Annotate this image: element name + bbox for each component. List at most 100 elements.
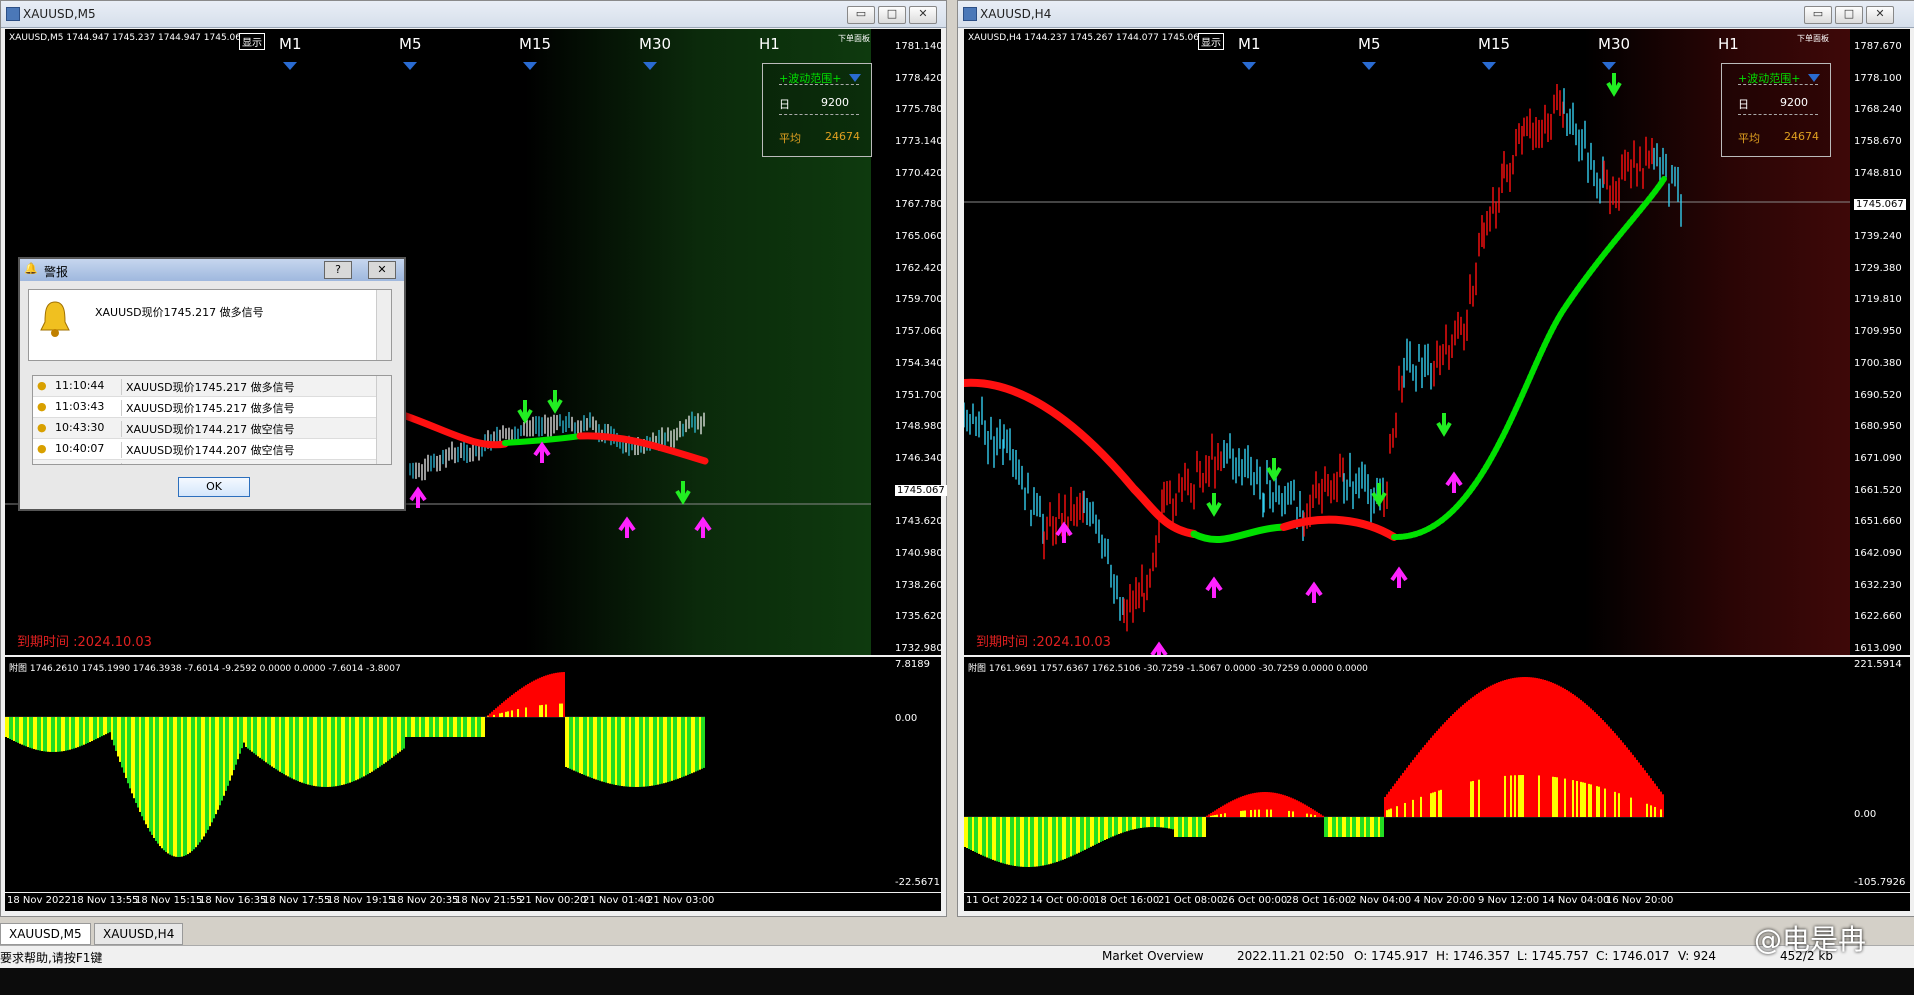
histogram-bar [603,717,605,783]
alert-row[interactable]: ● 09:37:47 XAUUSD现价1746.217 做多信号 [33,460,391,464]
histogram-bar [167,717,169,854]
close-button[interactable]: ✕ [909,6,937,24]
alert-row[interactable]: ● 11:03:43 XAUUSD现价1745.217 做多信号 [33,397,391,418]
histogram-bar [337,717,339,786]
histogram-bar [233,717,235,771]
histogram-bar [1370,817,1372,837]
close-button[interactable]: ✕ [1866,6,1894,24]
histogram-bar [5,717,7,737]
tab-xauusd-m5[interactable]: XAUUSD,M5 [0,923,91,945]
histogram-bar [663,717,665,784]
alert-row[interactable]: ● 10:43:30 XAUUSD现价1744.217 做空信号 [33,418,391,439]
histogram-bar [1658,788,1660,817]
histogram-bar [1586,704,1588,817]
histogram-bar [423,717,425,737]
histogram-bar [87,717,89,743]
histogram-bar [1104,817,1106,840]
histogram-bar [1492,684,1494,817]
maximize-button[interactable]: □ [1835,6,1863,24]
histogram-bar [241,717,243,749]
histogram-bar [681,717,683,778]
histogram-bar [659,717,661,785]
histogram-bar [345,717,347,784]
histogram-bar [189,717,191,853]
minimize-button[interactable]: ▭ [847,6,875,24]
histogram-bar [1546,680,1548,817]
tab-xauusd-h4[interactable]: XAUUSD,H4 [94,923,184,945]
histogram-bar [293,717,295,780]
histogram-bar [988,817,990,859]
histogram-bar [1078,817,1080,853]
message-scrollbar[interactable] [376,290,391,360]
histogram-bar [513,693,515,717]
histogram-bar [237,717,239,760]
alert-row[interactable]: ● 10:40:07 XAUUSD现价1744.207 做空信号 [33,439,391,460]
histogram-bar [1088,817,1090,848]
price-scale[interactable]: 1781.140 1778.420 1775.780 1773.140 1770.420… [891,29,947,655]
histogram-bar [1632,754,1634,817]
histogram-bar [1298,801,1300,817]
histogram-bar [1196,817,1198,837]
histogram-bar [1026,817,1028,867]
window-titlebar[interactable]: XAUUSD,H4 ▭ □ ✕ [958,1,1914,28]
histogram-bar [99,717,101,738]
histogram-bar [427,717,429,737]
histogram-bar [539,705,541,717]
histogram-bar [21,717,23,745]
histogram-bar [1636,759,1638,817]
histogram-bar [1144,817,1146,828]
alert-history-list[interactable]: ● 11:10:44 XAUUSD现价1745.217 做多信号 ● 11:03:43 X… [32,375,392,465]
histogram-bar [379,717,381,767]
histogram-bar [415,717,417,737]
ok-button[interactable]: OK [178,477,250,497]
price-chart[interactable]: XAUUSD,H4 1744.237 1745.267 1744.077 174… [964,29,1850,655]
histogram-bar [970,817,972,850]
window-titlebar[interactable]: XAUUSD,M5 ▭ □ ✕ [1,1,946,28]
histogram-bar [1262,792,1264,817]
alert-row[interactable]: ● 11:10:44 XAUUSD现价1745.217 做多信号 [33,376,391,397]
histogram-bar [275,717,277,770]
histogram-bar [557,672,559,717]
histogram-bar [1524,677,1526,817]
histogram-bar [637,717,639,787]
histogram-bar [1454,712,1456,817]
histogram-bar [1630,797,1632,817]
ind-scale-zero: 0.00 [1854,809,1877,820]
indicator-subwindow[interactable]: 附图 1761.9691 1757.6367 1762.5106 -30.725… [964,657,1850,892]
histogram-bar [261,717,263,760]
histogram-bar [1288,810,1290,817]
ma-green-segment [502,433,583,446]
time-tick: 21 Nov 01:40 [583,895,651,906]
histogram-bar [1584,782,1586,817]
histogram-bar [1276,793,1278,817]
price-tick: 1613.090 [1854,643,1902,654]
histogram-bar [43,717,45,752]
time-tick: 18 Nov 13:55 [71,895,139,906]
histogram-bar [235,717,237,765]
histogram-bar [1654,806,1656,817]
minimize-button[interactable]: ▭ [1804,6,1832,24]
histogram-bar [1510,775,1512,817]
histogram-bar [105,717,107,735]
dialog-close-button[interactable]: ✕ [368,261,396,279]
histogram-bar [1344,817,1346,837]
histogram-bar [1198,817,1200,837]
help-button[interactable]: ? [324,261,352,279]
histogram-bar [627,717,629,787]
indicator-subwindow[interactable]: 附图 1746.2610 1745.1990 1746.3938 -7.6014… [5,657,891,892]
dialog-titlebar[interactable]: 🔔 警报 ? ✕ [20,259,404,281]
price-tick: 1729.380 [1854,262,1902,274]
price-scale[interactable]: 1787.670 1778.100 1768.240 1758.670 1748.810… [1850,29,1910,655]
histogram-bar [535,679,537,717]
histogram-bar [309,717,311,786]
histogram-bar [1420,796,1422,817]
ind-scale-top: 7.8189 [895,659,930,670]
maximize-button[interactable]: □ [878,6,906,24]
histogram-bar [31,717,33,749]
histogram-bar [1042,817,1044,866]
histogram-bar [1414,757,1416,817]
histogram-bar [113,717,115,746]
list-scrollbar[interactable] [376,376,391,464]
histogram-bar [527,683,529,717]
histogram-bar [1194,817,1196,837]
